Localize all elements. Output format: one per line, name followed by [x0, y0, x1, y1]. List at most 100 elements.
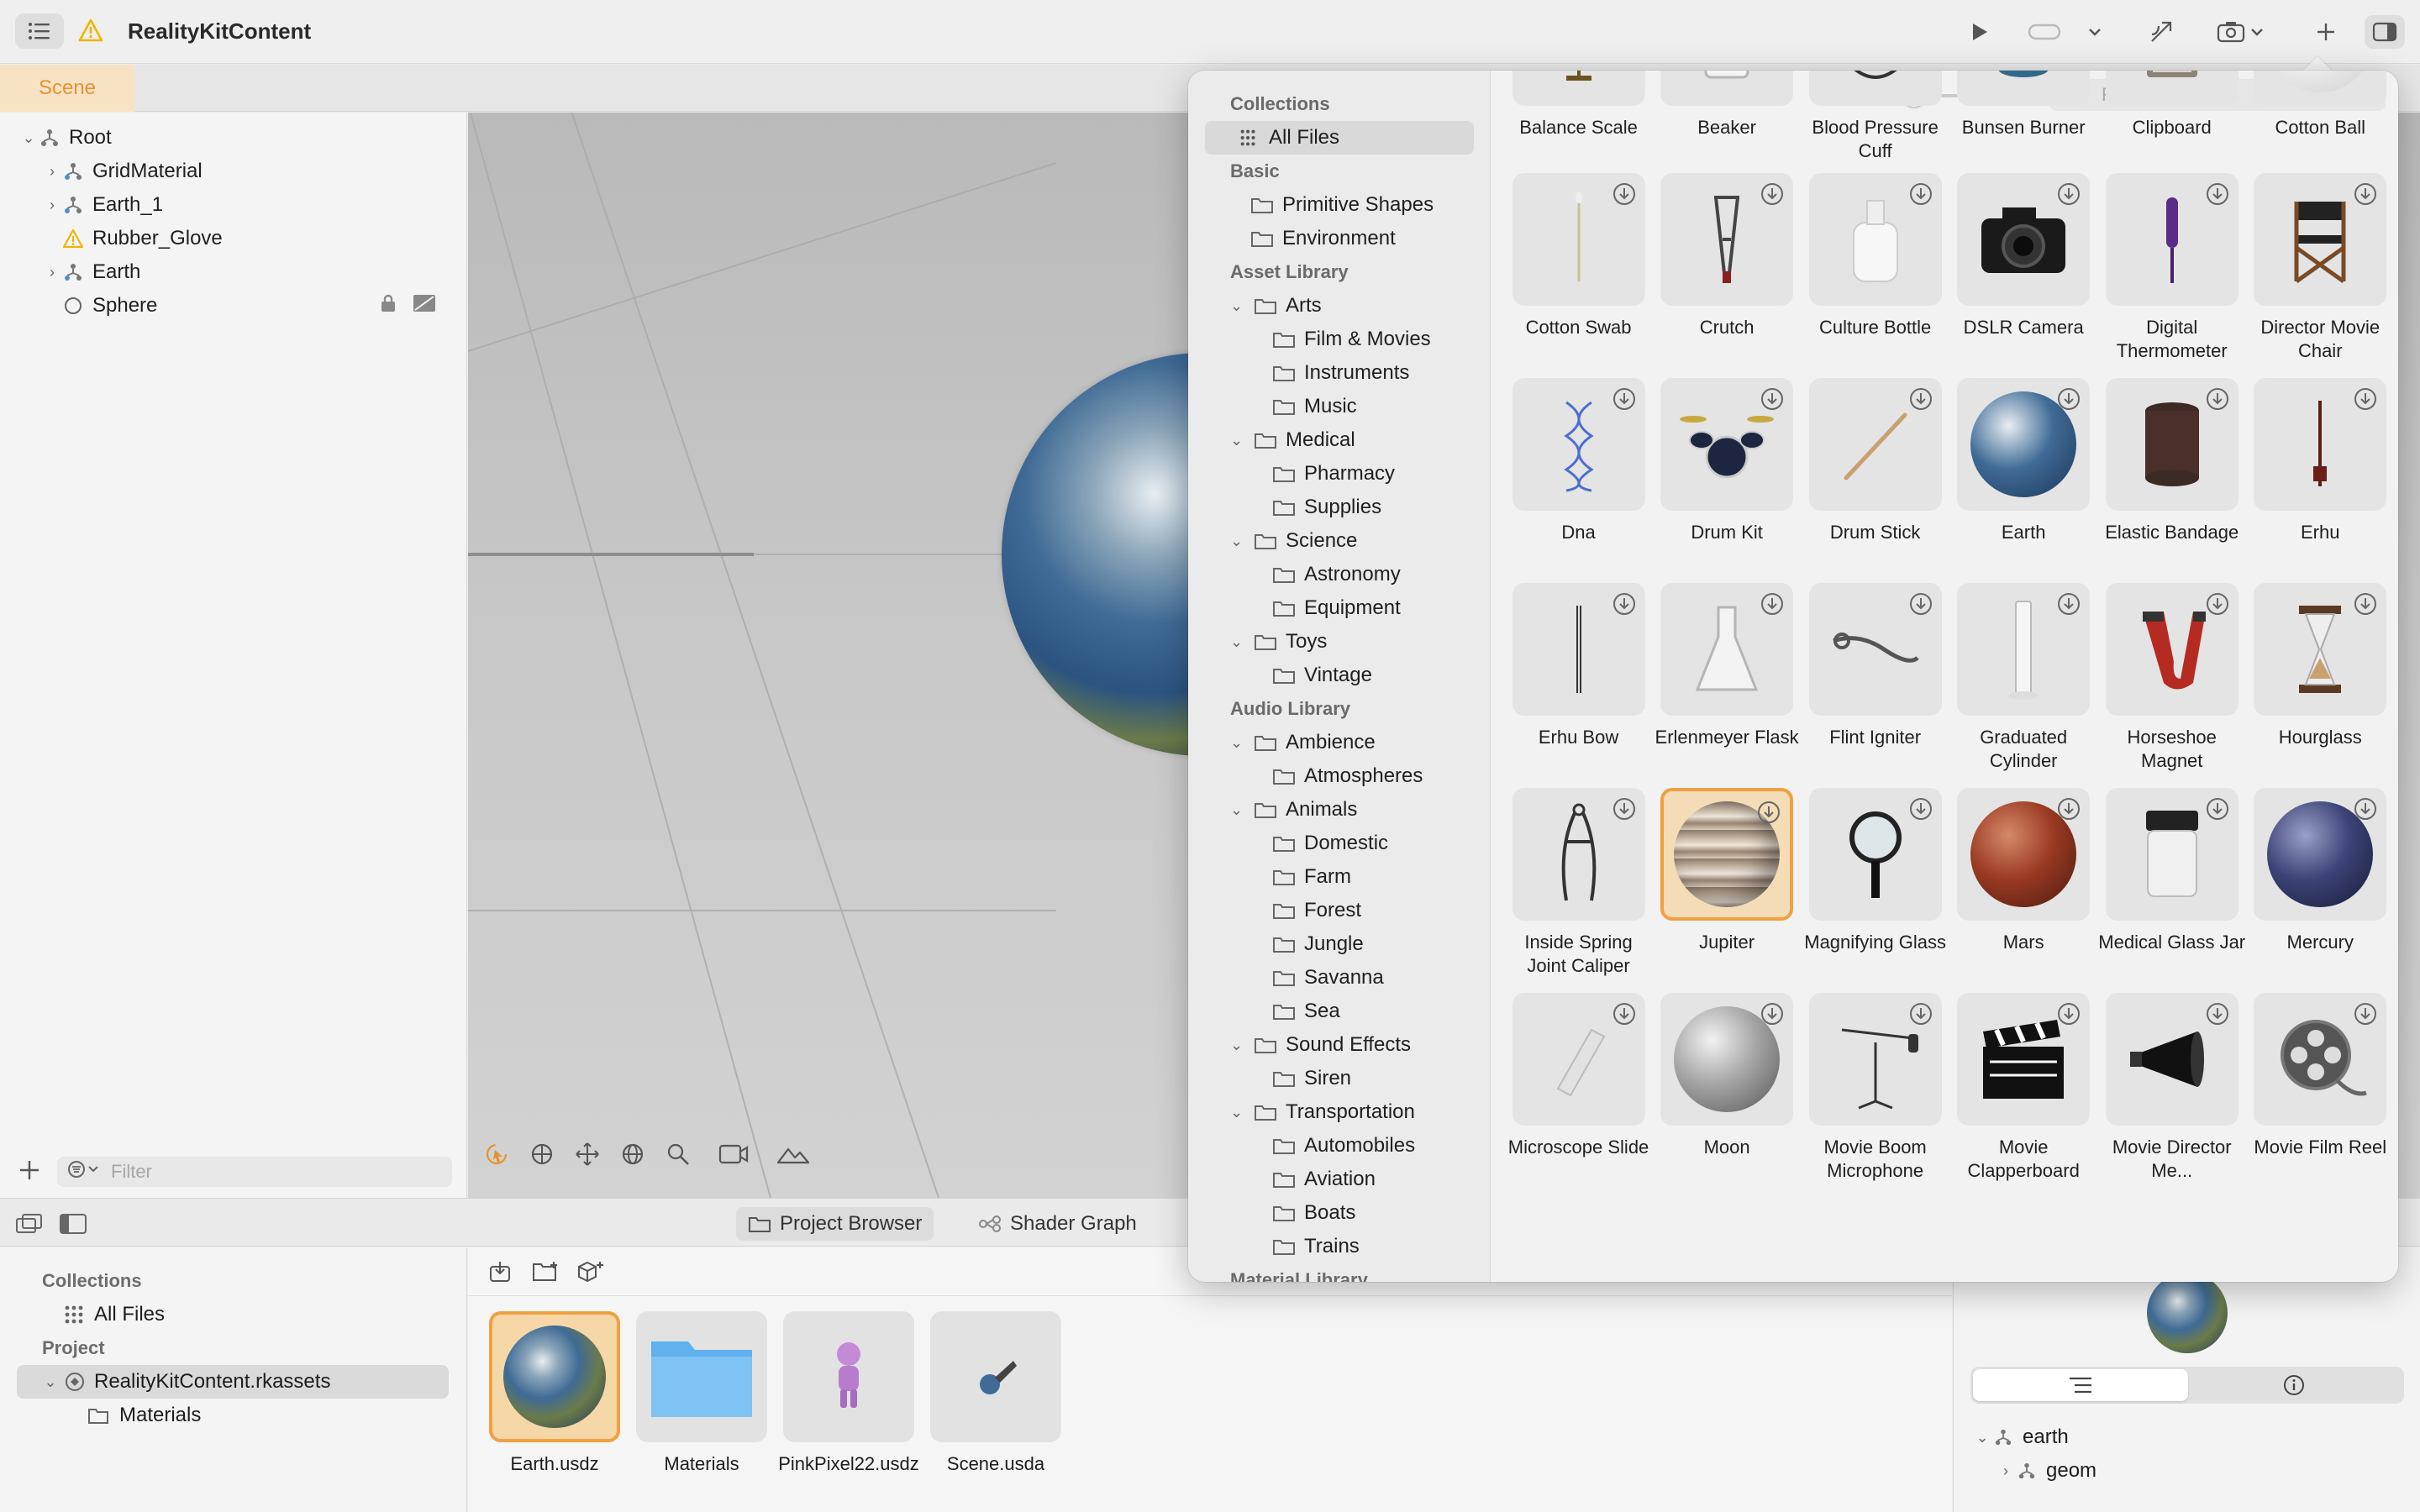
library-item-trains[interactable]: Trains — [1188, 1230, 1490, 1263]
download-icon[interactable] — [2205, 181, 2230, 207]
project-all-files[interactable]: All Files — [0, 1298, 467, 1331]
library-item-boats[interactable]: Boats — [1188, 1196, 1490, 1230]
library-asset-moon[interactable]: Moon — [1652, 993, 1802, 1159]
rotate-tool-button[interactable] — [616, 1137, 650, 1171]
project-asset-earth[interactable]: Earth.usdz — [483, 1311, 626, 1476]
camera-mode-button[interactable] — [717, 1137, 750, 1171]
download-icon[interactable] — [2353, 591, 2378, 617]
sidebar-toggle-button[interactable] — [15, 13, 64, 49]
library-group-science[interactable]: ⌄ Science — [1188, 524, 1490, 558]
vision-pro-button[interactable] — [2023, 15, 2065, 49]
download-icon[interactable] — [1908, 1001, 1933, 1026]
library-item-supplies[interactable]: Supplies — [1188, 491, 1490, 524]
hierarchy-tab-button[interactable] — [1973, 1369, 2188, 1401]
download-icon[interactable] — [1756, 800, 1781, 825]
hierarchy-row-rubber-glove[interactable]: Rubber_Glove — [0, 222, 467, 255]
download-icon[interactable] — [1908, 591, 1933, 617]
library-asset-hourglass[interactable]: Hourglass — [2245, 583, 2395, 749]
library-asset-beaker[interactable]: Beaker — [1652, 71, 1802, 139]
download-icon[interactable] — [2353, 1001, 2378, 1026]
library-asset-erhu-bow[interactable]: Erhu Bow — [1504, 583, 1654, 749]
tab-project-browser[interactable]: Project Browser — [736, 1207, 934, 1241]
library-asset-crutch[interactable]: Crutch — [1652, 173, 1802, 339]
library-asset-flint-igniter[interactable]: Flint Igniter — [1801, 583, 1950, 749]
library-asset-jupiter[interactable]: Jupiter — [1652, 788, 1802, 954]
filter-options-icon[interactable] — [67, 1160, 99, 1184]
warning-icon[interactable] — [77, 17, 104, 44]
library-asset-elastic-bandage[interactable]: Elastic Bandage — [2097, 378, 2247, 544]
library-item-automobiles[interactable]: Automobiles — [1188, 1129, 1490, 1163]
download-icon[interactable] — [1612, 1001, 1637, 1026]
library-item-equipment[interactable]: Equipment — [1188, 591, 1490, 625]
download-icon[interactable] — [2056, 386, 2081, 412]
library-asset-drum-kit[interactable]: Drum Kit — [1652, 378, 1802, 544]
chevron-right-icon[interactable]: › — [44, 197, 60, 213]
orbit-tool-button[interactable] — [525, 1137, 559, 1171]
chevron-down-icon[interactable]: ⌄ — [1230, 297, 1249, 315]
project-package-row[interactable]: ⌄ RealityKitContent.rkassets — [17, 1365, 449, 1399]
library-asset-cotton-ball[interactable]: Cotton Ball — [2245, 71, 2395, 139]
download-icon[interactable] — [1612, 181, 1637, 207]
library-item-pharmacy[interactable]: Pharmacy — [1188, 457, 1490, 491]
library-asset-erhu[interactable]: Erhu — [2245, 378, 2395, 544]
library-group-sound-effects[interactable]: ⌄ Sound Effects — [1188, 1028, 1490, 1062]
download-icon[interactable] — [1908, 181, 1933, 207]
download-icon[interactable] — [2353, 181, 2378, 207]
download-icon[interactable] — [1908, 796, 1933, 822]
library-asset-dna[interactable]: Dna — [1504, 378, 1654, 544]
library-asset-movie-clapperboard[interactable]: Movie Clapperboard — [1949, 993, 2098, 1183]
project-materials-row[interactable]: Materials — [0, 1399, 467, 1432]
sidebar-left-icon[interactable] — [59, 1212, 87, 1240]
download-icon[interactable] — [2056, 591, 2081, 617]
library-asset-graduated-cylinder[interactable]: Graduated Cylinder — [1949, 583, 2098, 773]
library-asset-cotton-swab[interactable]: Cotton Swab — [1504, 173, 1654, 339]
new-asset-button[interactable] — [572, 1255, 609, 1289]
hierarchy-row-earth-1[interactable]: › Earth_1 — [0, 188, 467, 222]
library-item-savanna[interactable]: Savanna — [1188, 961, 1490, 995]
hierarchy-row-root[interactable]: ⌄ Root — [0, 121, 467, 155]
chevron-down-icon[interactable]: ⌄ — [42, 1373, 59, 1390]
chevron-right-icon[interactable]: › — [44, 264, 60, 281]
library-asset-digital-thermometer[interactable]: Digital Thermometer — [2097, 173, 2247, 363]
chevron-right-icon[interactable]: › — [44, 163, 60, 180]
library-item-forest[interactable]: Forest — [1188, 894, 1490, 927]
library-group-transportation[interactable]: ⌄ Transportation — [1188, 1095, 1490, 1129]
library-group-medical[interactable]: ⌄ Medical — [1188, 423, 1490, 457]
library-item-sea[interactable]: Sea — [1188, 995, 1490, 1028]
library-item-vintage[interactable]: Vintage — [1188, 659, 1490, 692]
download-icon[interactable] — [1760, 181, 1785, 207]
hierarchy-row-sphere[interactable]: Sphere — [0, 289, 467, 323]
library-item-aviation[interactable]: Aviation — [1188, 1163, 1490, 1196]
library-item-environment[interactable]: Environment — [1188, 222, 1490, 255]
library-asset-earth[interactable]: Earth — [1949, 378, 2098, 544]
import-button[interactable] — [481, 1255, 518, 1289]
visibility-off-icon[interactable] — [412, 293, 437, 319]
download-icon[interactable] — [2056, 181, 2081, 207]
zoom-tool-button[interactable] — [661, 1137, 695, 1171]
inspector-tree-row-geom[interactable]: › geom — [1997, 1454, 2096, 1488]
add-button[interactable] — [2309, 15, 2343, 49]
library-item-all-files[interactable]: All Files — [1205, 121, 1474, 155]
hierarchy-filter-field[interactable]: Filter — [57, 1157, 452, 1187]
hierarchy-row-gridmaterial[interactable]: › GridMaterial — [0, 155, 467, 188]
library-item-music[interactable]: Music — [1188, 390, 1490, 423]
library-asset-culture-bottle[interactable]: Culture Bottle — [1801, 173, 1950, 339]
add-entity-button[interactable] — [18, 1159, 40, 1185]
library-asset-inside-spring-joint-caliper[interactable]: Inside Spring Joint Caliper — [1504, 788, 1654, 978]
chevron-down-icon[interactable]: ⌄ — [1230, 432, 1249, 449]
project-asset-pinkpixel[interactable]: PinkPixel22.usdz — [777, 1311, 920, 1476]
snapshot-button[interactable] — [2212, 15, 2270, 49]
download-icon[interactable] — [2205, 796, 2230, 822]
download-icon[interactable] — [1612, 386, 1637, 412]
download-icon[interactable] — [1760, 591, 1785, 617]
chevron-down-icon[interactable]: ⌄ — [1230, 1104, 1249, 1121]
chevron-down-icon[interactable]: ⌄ — [20, 129, 37, 146]
library-item-film-movies[interactable]: Film & Movies — [1188, 323, 1490, 356]
chevron-down-icon[interactable]: ⌄ — [1230, 734, 1249, 752]
library-item-atmospheres[interactable]: Atmospheres — [1188, 759, 1490, 793]
download-icon[interactable] — [1908, 386, 1933, 412]
download-icon[interactable] — [1760, 386, 1785, 412]
library-asset-medical-glass-jar[interactable]: Medical Glass Jar — [2097, 788, 2247, 954]
environment-button[interactable] — [772, 1137, 814, 1171]
new-folder-button[interactable] — [527, 1255, 564, 1289]
